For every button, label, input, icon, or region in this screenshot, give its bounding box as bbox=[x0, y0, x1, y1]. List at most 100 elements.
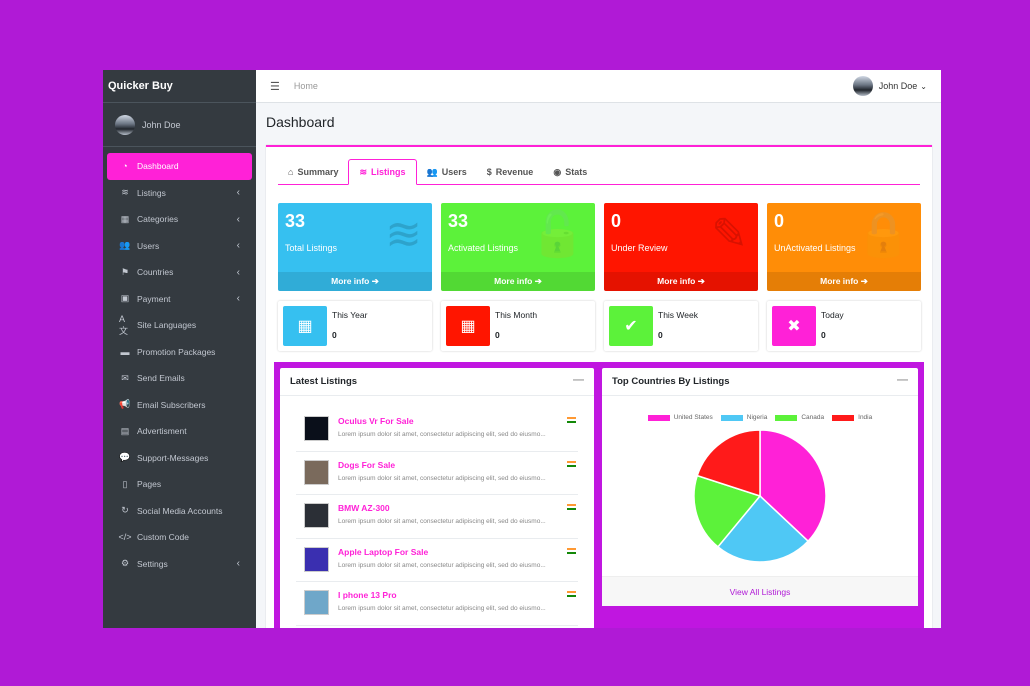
listing-title-link[interactable]: I phone 13 Pro bbox=[338, 590, 397, 600]
legend-swatch bbox=[647, 414, 670, 421]
minimize-icon[interactable]: — bbox=[897, 374, 908, 386]
lock-icon: 🔒 bbox=[856, 210, 911, 259]
sidebar-item-dashboard[interactable]: ◔ Dashboard bbox=[107, 153, 252, 180]
legend-swatch bbox=[775, 414, 798, 421]
info-box: ▦ This Year 0 bbox=[278, 301, 432, 351]
tab-revenue[interactable]: $ Revenue bbox=[477, 159, 544, 185]
sidebar-item-social-media-accounts[interactable]: ↻ Social Media Accounts bbox=[107, 498, 252, 525]
top-countries-header: Top Countries By Listings — bbox=[602, 368, 918, 396]
sidebar-item-pages[interactable]: ▯ Pages bbox=[107, 471, 252, 498]
legend-label: United States bbox=[673, 414, 713, 421]
sidebar-item-settings[interactable]: ⚙ Settings ‹ bbox=[107, 551, 252, 578]
sidebar-item-label: Site Languages bbox=[137, 320, 197, 331]
sidebar-item-label: Promotion Packages bbox=[137, 346, 216, 357]
calendar-check-icon: ✔ bbox=[609, 306, 653, 346]
info-box-label: Today bbox=[821, 310, 844, 320]
stat-label: Activated Listings bbox=[448, 243, 519, 253]
sidebar-item-site-languages[interactable]: A文 Site Languages bbox=[107, 312, 252, 339]
info-box-label: This Year bbox=[332, 310, 368, 320]
sidebar-item-payment[interactable]: ▣ Payment ‹ bbox=[107, 286, 252, 313]
listing-description: Lorem ipsum dolor sit amet, consectetur … bbox=[338, 518, 546, 525]
legend-swatch bbox=[832, 414, 855, 421]
tab-users[interactable]: 👥 Users bbox=[417, 159, 477, 185]
sidebar-item-label: Support-Messages bbox=[137, 452, 209, 463]
language-icon: A文 bbox=[119, 313, 129, 336]
listing-title-link[interactable]: Apple Laptop For Sale bbox=[338, 547, 428, 557]
sidebar-item-label: Advertisment bbox=[137, 426, 187, 437]
legend-item[interactable]: Nigeria bbox=[720, 414, 768, 421]
legend-item[interactable]: India bbox=[832, 414, 872, 421]
stat-value: 33 bbox=[285, 211, 306, 231]
legend-label: Nigeria bbox=[746, 414, 768, 421]
grid-icon: ▦ bbox=[120, 213, 130, 224]
info-box-label: This Month bbox=[495, 310, 538, 320]
sidebar-item-label: Listings bbox=[137, 187, 166, 198]
view-all-listings-link[interactable]: View All Listings bbox=[602, 576, 918, 606]
chart-legend: United States Nigeria Canada India bbox=[602, 414, 918, 421]
stat-box: 33 Activated Listings 🔓 More info ➔ bbox=[441, 203, 595, 291]
layers-icon: ≋ bbox=[121, 187, 129, 198]
listing-description: Lorem ipsum dolor sit amet, consectetur … bbox=[338, 605, 546, 612]
tab-listings[interactable]: ≋ Listings bbox=[348, 159, 417, 185]
tab-summary[interactable]: ⌂ Summary bbox=[278, 159, 348, 185]
legend-item[interactable]: Canada bbox=[775, 414, 824, 421]
listing-title-link[interactable]: BMW AZ-300 bbox=[338, 503, 390, 513]
sidebar-item-support-messages[interactable]: 💬 Support-Messages bbox=[107, 445, 252, 472]
cogs-icon: ⚙ bbox=[120, 558, 130, 569]
list-item[interactable]: Dogs For Sale Lorem ipsum dolor sit amet,… bbox=[296, 452, 578, 495]
user-menu[interactable]: John Doe ⌄ bbox=[852, 76, 927, 96]
sidebar-item-promotion-packages[interactable]: ▬ Promotion Packages bbox=[107, 339, 252, 366]
breadcrumb-home-link[interactable]: Home bbox=[294, 81, 318, 91]
sidebar-item-categories[interactable]: ▦ Categories ‹ bbox=[107, 206, 252, 233]
more-info-link[interactable]: More info ➔ bbox=[278, 272, 432, 291]
topbar-user-name: John Doe bbox=[878, 81, 918, 91]
info-box-value: 0 bbox=[332, 330, 337, 340]
list-item[interactable]: BMW AZ-300 Lorem ipsum dolor sit amet, co… bbox=[296, 495, 578, 539]
list-item[interactable]: Apple Laptop For Sale Lorem ipsum dolor s… bbox=[296, 539, 578, 582]
sidebar-item-custom-code[interactable]: </> Custom Code bbox=[107, 524, 252, 551]
brand-logo[interactable]: Quicker Buy bbox=[103, 70, 256, 103]
calendar-icon: ▦ bbox=[283, 306, 327, 346]
flag-checkered-icon: ⚑ bbox=[120, 266, 130, 277]
sidebar-item-label: Categories bbox=[137, 214, 179, 225]
chevron-left-icon: ‹ bbox=[236, 240, 240, 252]
sidebar-item-label: Settings bbox=[137, 558, 168, 569]
page-title: Dashboard bbox=[266, 114, 335, 130]
sidebar-user-panel[interactable]: John Doe bbox=[103, 103, 256, 147]
stat-boxes: 33 Total Listings ≋ More info ➔ 33 Activated … bbox=[278, 203, 921, 291]
more-info-link[interactable]: More info ➔ bbox=[441, 272, 595, 291]
countries-pie-chart bbox=[693, 429, 827, 563]
listing-thumbnail bbox=[304, 416, 329, 441]
sidebar-item-countries[interactable]: ⚑ Countries ‹ bbox=[107, 259, 252, 286]
minimize-icon[interactable]: — bbox=[573, 374, 584, 386]
sidebar-item-send-emails[interactable]: ✉ Send Emails bbox=[107, 365, 252, 392]
listing-title-link[interactable]: Oculus Vr For Sale bbox=[338, 416, 414, 426]
app-window: Quicker Buy John Doe ◔ Dashboard ≋ Listings… bbox=[103, 70, 941, 628]
list-item[interactable]: Oculus Vr For Sale Lorem ipsum dolor sit … bbox=[296, 408, 578, 452]
stat-box: 0 Under Review ✎ More info ➔ bbox=[604, 203, 758, 291]
sidebar-item-users[interactable]: 👥 Users ‹ bbox=[107, 233, 252, 260]
avatar bbox=[852, 76, 873, 96]
menu-toggle-icon[interactable]: ☰ bbox=[270, 80, 280, 93]
sidebar-item-advertisment[interactable]: ▤ Advertisment bbox=[107, 418, 252, 445]
listing-thumbnail bbox=[304, 546, 329, 572]
tab-label: Users bbox=[441, 167, 467, 177]
sync-icon: ↻ bbox=[121, 505, 129, 516]
list-item[interactable]: I phone 13 Pro Lorem ipsum dolor sit amet… bbox=[296, 582, 578, 626]
sidebar-item-email-subscribers[interactable]: 📢 Email Subscribers bbox=[107, 392, 252, 419]
tab-stats[interactable]: ◉ Stats bbox=[543, 159, 597, 185]
tab-label: Listings bbox=[371, 167, 406, 177]
more-info-link[interactable]: More info ➔ bbox=[767, 272, 921, 291]
more-info-link[interactable]: More info ➔ bbox=[604, 272, 758, 291]
latest-listings-title: Latest Listings bbox=[290, 376, 358, 387]
stat-label: UnActivated Listings bbox=[774, 243, 856, 253]
top-countries-title: Top Countries By Listings bbox=[612, 376, 730, 387]
india-flag-icon bbox=[567, 504, 576, 510]
sidebar-item-label: Countries bbox=[137, 267, 174, 278]
listing-title-link[interactable]: Dogs For Sale bbox=[338, 460, 395, 470]
listing-description: Lorem ipsum dolor sit amet, consectetur … bbox=[338, 431, 546, 438]
sidebar-item-listings[interactable]: ≋ Listings ‹ bbox=[107, 180, 252, 207]
legend-item[interactable]: United States bbox=[647, 414, 713, 421]
chevron-left-icon: ‹ bbox=[236, 266, 240, 278]
info-box: ▦ This Month 0 bbox=[441, 301, 595, 351]
